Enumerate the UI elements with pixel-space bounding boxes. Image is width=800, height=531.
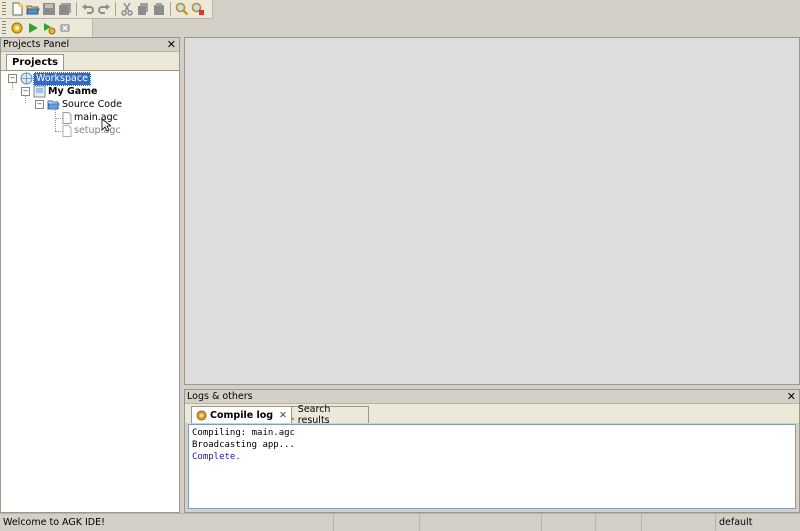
tree-node-file[interactable]: main.agc xyxy=(62,111,120,124)
compile-icon[interactable] xyxy=(9,20,25,36)
status-cell xyxy=(642,514,716,531)
stop-icon[interactable] xyxy=(57,20,73,36)
broadcast-icon[interactable] xyxy=(41,20,57,36)
build-toolbar xyxy=(0,19,93,38)
log-line: Compiling: main.agc xyxy=(192,428,295,438)
tree-node-workspace[interactable]: − Workspace xyxy=(8,71,91,86)
tree-label-file[interactable]: main.agc xyxy=(72,112,120,124)
status-cell xyxy=(542,514,596,531)
logs-panel: Logs & others ✕ Compile log ✕ Search res… xyxy=(184,389,800,513)
logs-panel-title: Logs & others xyxy=(187,391,253,402)
toolbar-grip[interactable] xyxy=(2,2,6,16)
toolbar-separator xyxy=(76,2,77,16)
save-icon[interactable] xyxy=(41,1,57,17)
main-toolbar xyxy=(0,0,213,19)
tree-line xyxy=(55,108,56,131)
file-icon xyxy=(62,111,72,124)
log-line: Broadcasting app... xyxy=(192,440,295,450)
collapse-icon[interactable]: − xyxy=(35,100,44,109)
tab-projects[interactable]: Projects xyxy=(6,54,65,70)
status-cell xyxy=(596,514,642,531)
open-folder-icon[interactable] xyxy=(25,1,41,17)
run-icon[interactable] xyxy=(25,20,41,36)
projects-panel-title: Projects Panel xyxy=(3,39,70,50)
mouse-cursor-icon xyxy=(101,118,111,132)
logs-tab-strip: Compile log ✕ Search results xyxy=(185,404,799,426)
open-folder-icon xyxy=(47,100,60,109)
tree-node-project[interactable]: − My Game xyxy=(21,85,100,98)
editor-area[interactable] xyxy=(184,37,800,385)
tree-node-file[interactable]: setup.agc xyxy=(62,124,123,137)
save-all-icon[interactable] xyxy=(57,1,73,17)
redo-icon[interactable] xyxy=(96,1,112,17)
workspace-icon xyxy=(20,72,33,85)
tab-compile-log[interactable]: Compile log ✕ xyxy=(191,406,293,423)
close-icon[interactable]: ✕ xyxy=(279,410,287,421)
find-icon[interactable] xyxy=(174,1,190,17)
status-cell xyxy=(420,514,542,531)
compile-log-output[interactable]: Compiling: main.agc Broadcasting app... Co… xyxy=(188,424,796,509)
status-cell xyxy=(334,514,420,531)
cut-icon[interactable] xyxy=(119,1,135,17)
copy-icon[interactable] xyxy=(135,1,151,17)
compile-icon xyxy=(196,410,207,420)
logs-panel-header: Logs & others ✕ xyxy=(185,390,799,404)
undo-icon[interactable] xyxy=(80,1,96,17)
tree-node-folder[interactable]: − Source Code xyxy=(35,98,124,111)
close-icon[interactable]: ✕ xyxy=(787,390,796,403)
collapse-icon[interactable]: − xyxy=(21,87,30,96)
toolbar-grip[interactable] xyxy=(2,21,6,35)
log-line: Complete. xyxy=(192,452,241,462)
toolbar-separator xyxy=(170,2,171,16)
projects-panel: Projects Panel ✕ Projects − Workspace − … xyxy=(0,37,180,513)
project-icon xyxy=(33,85,46,98)
tab-search-results-label: Search results xyxy=(297,404,331,426)
close-icon[interactable]: ✕ xyxy=(167,38,176,51)
status-bar: Welcome to AGK IDE! default xyxy=(0,513,800,531)
tab-compile-log-label: Compile log xyxy=(210,409,274,421)
file-icon xyxy=(62,124,72,137)
tree-label-file[interactable]: setup.agc xyxy=(72,125,123,137)
tree-label-workspace[interactable]: Workspace xyxy=(33,71,91,86)
paste-icon[interactable] xyxy=(151,1,167,17)
tree-label-project[interactable]: My Game xyxy=(46,86,100,98)
find-replace-icon[interactable] xyxy=(190,1,206,17)
status-message: Welcome to AGK IDE! xyxy=(0,514,334,531)
new-file-icon[interactable] xyxy=(9,1,25,17)
toolbar-separator xyxy=(115,2,116,16)
status-scheme: default xyxy=(719,517,753,528)
tree-label-folder[interactable]: Source Code xyxy=(60,99,124,111)
tab-search-results[interactable]: Search results xyxy=(279,404,369,426)
projects-tab-strip: Projects xyxy=(1,52,179,71)
projects-panel-header: Projects Panel ✕ xyxy=(1,38,179,52)
collapse-icon[interactable]: − xyxy=(8,74,17,83)
